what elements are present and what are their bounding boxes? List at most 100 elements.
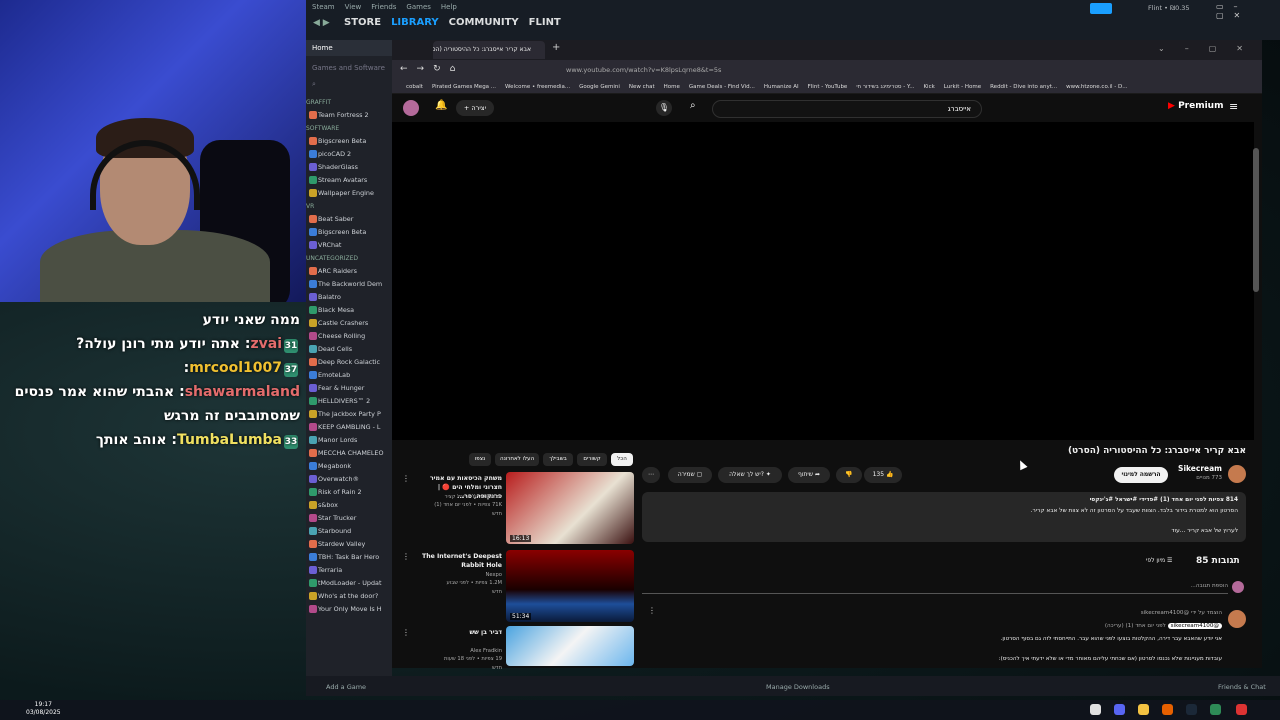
- browser-window-controls[interactable]: ⌄–▢✕: [1158, 44, 1263, 53]
- menu-friends[interactable]: Friends: [371, 3, 396, 11]
- avatar[interactable]: [403, 100, 419, 116]
- add-game-button[interactable]: Add a Game: [326, 683, 366, 691]
- sidebar-game-item[interactable]: HELLDIVERS™ 2: [306, 395, 392, 408]
- sidebar-game-item[interactable]: Starbound: [306, 525, 392, 538]
- sort-button[interactable]: מיון לפי ☰: [1146, 557, 1172, 564]
- sidebar-game-item[interactable]: Wallpaper Engine: [306, 187, 392, 200]
- video-menu-icon[interactable]: ⋮: [402, 552, 410, 561]
- filter-chip[interactable]: העלו לאחרונה: [495, 453, 539, 466]
- add-comment-input[interactable]: הוספת תגובה...: [1000, 583, 1229, 589]
- sidebar-game-item[interactable]: Star Trucker: [306, 512, 392, 525]
- video-thumbnail[interactable]: 51:34: [506, 550, 634, 622]
- bookmark-item[interactable]: סטרימינג בשידור חי - Y...: [856, 84, 914, 90]
- friends-chat-button[interactable]: Friends & Chat: [1218, 683, 1266, 691]
- sidebar-game-item[interactable]: Megabonk: [306, 460, 392, 473]
- nav-buttons[interactable]: ←→↻⌂: [400, 64, 464, 74]
- sidebar-game-item[interactable]: Bigscreen Beta: [306, 135, 392, 148]
- sidebar-category[interactable]: VR: [306, 200, 392, 213]
- sidebar-game-item[interactable]: TBH: Task Bar Hero: [306, 551, 392, 564]
- manage-downloads-button[interactable]: Manage Downloads: [766, 683, 830, 691]
- browser-tab[interactable]: אבא קריר אייסברג: כל ההיסטוריה (הסרט): [433, 41, 545, 59]
- taskbar-clock[interactable]: 19:17 03/08/2025: [26, 701, 61, 717]
- menu-steam[interactable]: Steam: [312, 3, 335, 11]
- taskbar-app-icon[interactable]: [1090, 704, 1101, 715]
- menu-help[interactable]: Help: [441, 3, 457, 11]
- channel-avatar[interactable]: [1228, 465, 1246, 483]
- sidebar-game-item[interactable]: Cheese Rolling: [306, 330, 392, 343]
- ask-button[interactable]: יש לך שאלה? ✦: [718, 467, 782, 483]
- bookmark-item[interactable]: Reddit - Dive into anyt...: [990, 84, 1057, 90]
- sidebar-game-item[interactable]: Team Fortress 2: [306, 109, 392, 122]
- sidebar-game-item[interactable]: Balatro: [306, 291, 392, 304]
- sidebar-game-item[interactable]: tModLoader - Updat: [306, 577, 392, 590]
- sidebar-game-item[interactable]: The Jackbox Party P: [306, 408, 392, 421]
- bookmark-item[interactable]: Kick: [923, 84, 934, 90]
- sidebar-category[interactable]: SOFTWARE: [306, 122, 392, 135]
- nav-store[interactable]: STORE: [344, 17, 381, 28]
- sidebar-game-item[interactable]: Dead Cells: [306, 343, 392, 356]
- search-icon[interactable]: ⌕: [306, 80, 392, 96]
- steam-icon[interactable]: [1186, 704, 1197, 715]
- sidebar-game-item[interactable]: s&box: [306, 499, 392, 512]
- window-controls[interactable]: ▭–▢✕: [1216, 2, 1280, 20]
- sidebar-game-item[interactable]: Terraria: [306, 564, 392, 577]
- sidebar-game-item[interactable]: Your Only Move Is H: [306, 603, 392, 616]
- sidebar-category[interactable]: UNCATEGORIZED: [306, 252, 392, 265]
- recommended-video[interactable]: דביר בן שש Alex Fradkin 19 צפיות • לפני 18…: [398, 626, 638, 671]
- comment-author[interactable]: @sikecream4100: [1167, 623, 1222, 629]
- bookmark-item[interactable]: Game Deals - Find Vid...: [689, 84, 755, 90]
- menu-games[interactable]: Games: [406, 3, 431, 11]
- menu-icon[interactable]: ≡: [1229, 100, 1238, 113]
- sidebar-game-item[interactable]: Castle Crashers: [306, 317, 392, 330]
- sidebar-game-item[interactable]: Black Mesa: [306, 304, 392, 317]
- channel-name[interactable]: Sikecream: [1160, 464, 1222, 473]
- filter-chip[interactable]: נצפו: [469, 453, 491, 466]
- sidebar-game-item[interactable]: Deep Rock Galactic: [306, 356, 392, 369]
- discord-icon[interactable]: [1114, 704, 1125, 715]
- sidebar-game-item[interactable]: Stream Avatars: [306, 174, 392, 187]
- channel-name[interactable]: Nexpo: [412, 571, 502, 579]
- sidebar-game-item[interactable]: Manor Lords: [306, 434, 392, 447]
- channel-name[interactable]: Yuval Katzir • יובל קציר: [412, 493, 502, 501]
- filter-chip[interactable]: בשבילך: [543, 453, 573, 466]
- share-button[interactable]: שיתוף ➦: [788, 467, 830, 483]
- firefox-icon[interactable]: [1162, 704, 1173, 715]
- bookmark-item[interactable]: Google Gemini: [579, 84, 620, 90]
- notifications-icon[interactable]: 🔔: [435, 100, 447, 111]
- sidebar-category[interactable]: GRAFFIT: [306, 96, 392, 109]
- sidebar-game-item[interactable]: Fear & Hunger: [306, 382, 392, 395]
- sidebar-game-item[interactable]: Bigscreen Beta: [306, 226, 392, 239]
- sidebar-game-item[interactable]: ShaderGlass: [306, 161, 392, 174]
- video-thumbnail[interactable]: [506, 626, 634, 666]
- bookmark-item[interactable]: New chat: [629, 84, 655, 90]
- sidebar-game-item[interactable]: Stardew Valley: [306, 538, 392, 551]
- youtube-logo[interactable]: ▶ Premium: [1168, 101, 1223, 111]
- description-box[interactable]: 814 צפיות לפני יום אחד (1) #פדידי #ישראל…: [642, 492, 1246, 542]
- steam-user[interactable]: Flint • ₪0.35: [1148, 4, 1190, 12]
- broadcast-icon[interactable]: [1090, 3, 1112, 14]
- back-arrow-icon[interactable]: ◀ ▶: [313, 18, 330, 28]
- sidebar-game-item[interactable]: picoCAD 2: [306, 148, 392, 161]
- video-thumbnail[interactable]: 16:13: [506, 472, 634, 544]
- nav-community[interactable]: COMMUNITY: [449, 17, 519, 28]
- bookmark-item[interactable]: Humanize AI: [764, 84, 799, 90]
- video-title[interactable]: The Internet's Deepest Rabbit Hole: [412, 552, 502, 570]
- sidebar-game-item[interactable]: Risk of Rain 2: [306, 486, 392, 499]
- comment-menu-icon[interactable]: ⋮: [648, 606, 656, 615]
- video-menu-icon[interactable]: ⋮: [402, 628, 410, 637]
- nav-flint[interactable]: FLINT: [529, 17, 561, 28]
- sidebar-game-item[interactable]: Overwatch®: [306, 473, 392, 486]
- sidebar-game-item[interactable]: Who's at the door?: [306, 590, 392, 603]
- filter-chip[interactable]: קשורים: [577, 453, 607, 466]
- sidebar-game-item[interactable]: Beat Saber: [306, 213, 392, 226]
- filter-chip[interactable]: הכל: [611, 453, 633, 466]
- bookmark-item[interactable]: cobalt: [406, 84, 423, 90]
- video-title[interactable]: דביר בן שש: [412, 628, 502, 637]
- page-scrollbar[interactable]: [1253, 148, 1259, 292]
- folder-icon[interactable]: [1138, 704, 1149, 715]
- video-player[interactable]: [392, 122, 1254, 440]
- new-tab-icon[interactable]: +: [552, 42, 560, 53]
- bookmark-item[interactable]: Pirated Games Mega ...: [432, 84, 496, 90]
- search-icon[interactable]: ⌕: [690, 100, 696, 111]
- search-input[interactable]: אייסברג: [712, 100, 982, 118]
